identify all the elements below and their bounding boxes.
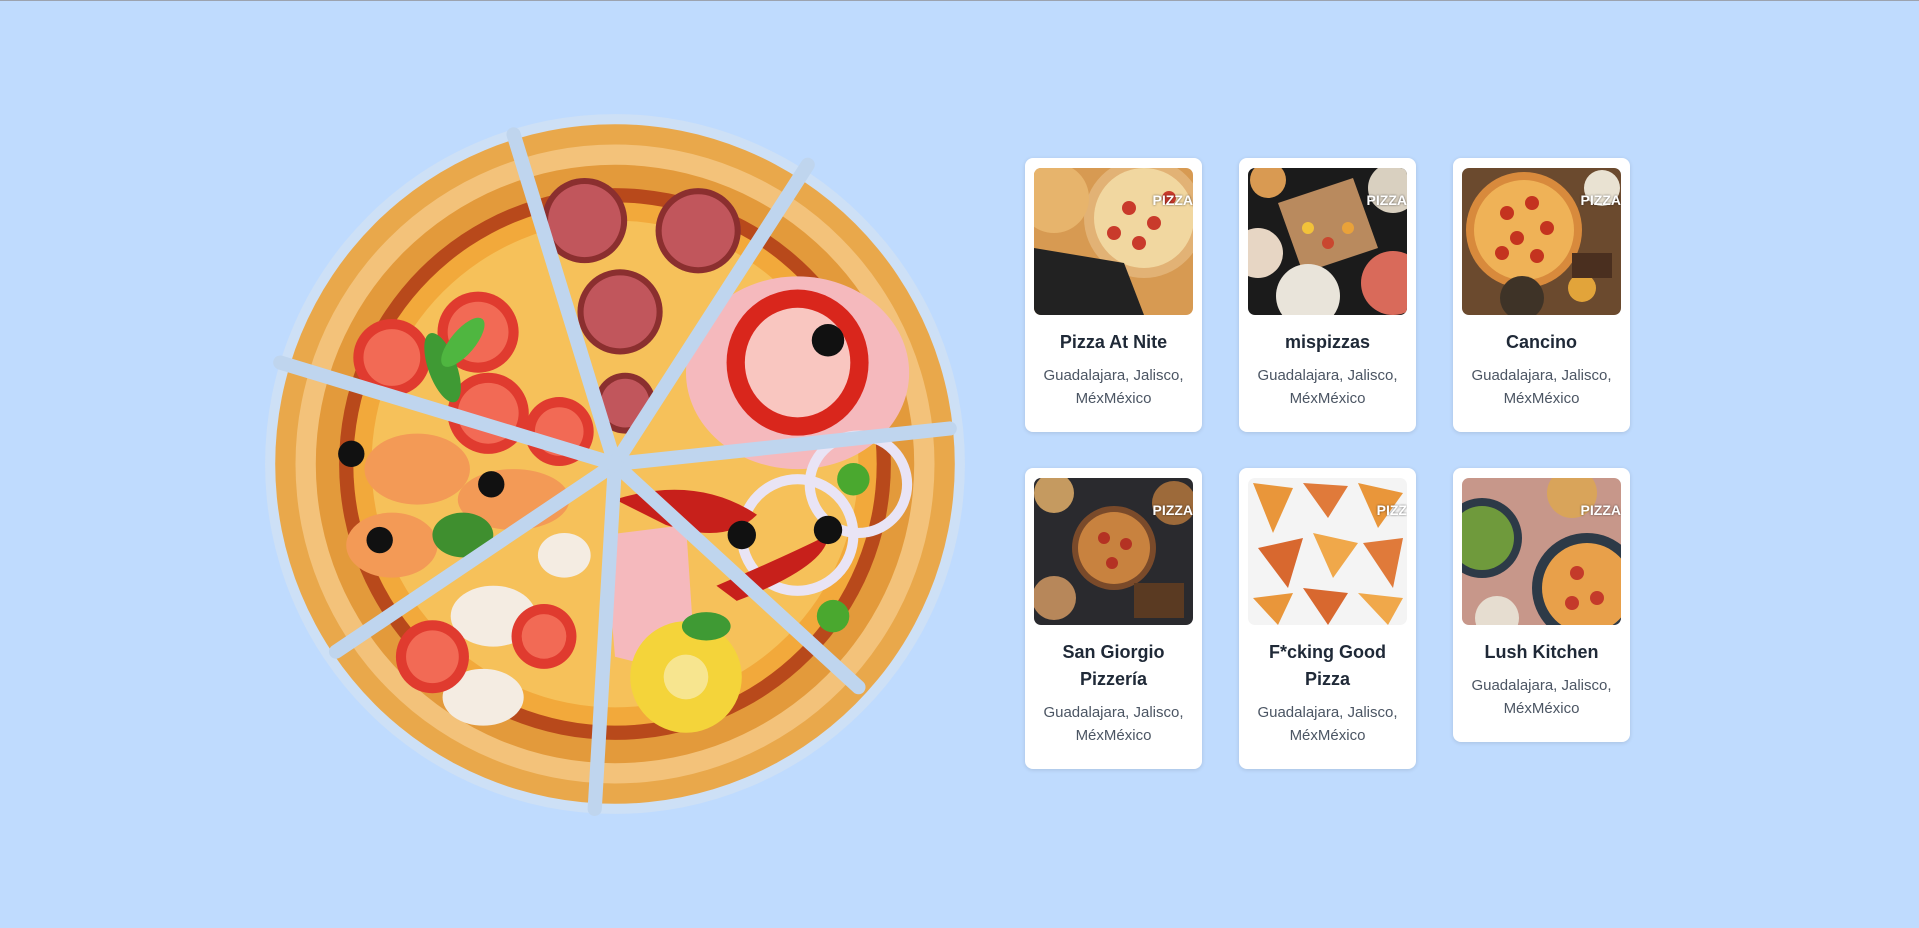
restaurant-card[interactable]: PIZZA Pizza At Nite Guadalajara, Jalisco… (1025, 158, 1202, 432)
restaurant-image: PIZZA (1462, 478, 1621, 625)
restaurant-card[interactable]: PIZZA Cancino Guadalajara, Jalisco, MéxM… (1453, 158, 1630, 432)
pizza-badge: PIZZA (1366, 192, 1407, 208)
pizza-badge: PIZZA (1580, 502, 1621, 518)
pizza-badge: PIZZA (1152, 192, 1193, 208)
restaurant-grid: PIZZA Pizza At Nite Guadalajara, Jalisco… (1025, 158, 1630, 769)
restaurant-image: PIZZA (1462, 168, 1621, 315)
restaurant-image: PIZZA (1248, 168, 1407, 315)
pizza-badge: PIZZA (1580, 192, 1621, 208)
restaurant-image: PIZZ (1248, 478, 1407, 625)
pizza-badge: PIZZA (1152, 502, 1193, 518)
restaurant-card[interactable]: PIZZA Lush Kitchen Guadalajara, Jalisco,… (1453, 468, 1630, 742)
restaurant-image: PIZZA (1034, 478, 1193, 625)
restaurant-card[interactable]: PIZZA mispizzas Guadalajara, Jalisco, Mé… (1239, 158, 1416, 432)
page: PIZZA Pizza At Nite Guadalajara, Jalisco… (0, 0, 1919, 928)
restaurant-card[interactable]: PIZZA San Giorgio Pizzería Guadalajara, … (1025, 468, 1202, 769)
restaurant-image: PIZZA (1034, 168, 1193, 315)
restaurant-location: Guadalajara, Jalisco, MéxMéxico (1257, 704, 1398, 744)
restaurant-name[interactable]: mispizzas (1248, 329, 1407, 356)
restaurant-name[interactable]: F*cking Good Pizza (1248, 639, 1407, 693)
pizza-illustration (260, 109, 970, 819)
restaurant-name[interactable]: Cancino (1462, 329, 1621, 356)
restaurant-name[interactable]: San Giorgio Pizzería (1034, 639, 1193, 693)
pizza-badge: PIZZ (1376, 502, 1407, 518)
restaurant-name[interactable]: Lush Kitchen (1462, 639, 1621, 666)
restaurant-location: Guadalajara, Jalisco, MéxMéxico (1471, 367, 1612, 407)
restaurant-location: Guadalajara, Jalisco, MéxMéxico (1043, 704, 1184, 744)
restaurant-location: Guadalajara, Jalisco, MéxMéxico (1043, 367, 1184, 407)
restaurant-name[interactable]: Pizza At Nite (1034, 329, 1193, 356)
restaurant-location: Guadalajara, Jalisco, MéxMéxico (1257, 367, 1398, 407)
restaurant-location: Guadalajara, Jalisco, MéxMéxico (1471, 677, 1612, 717)
restaurant-card[interactable]: PIZZ F*cking Good Pizza Guadalajara, Jal… (1239, 468, 1416, 769)
